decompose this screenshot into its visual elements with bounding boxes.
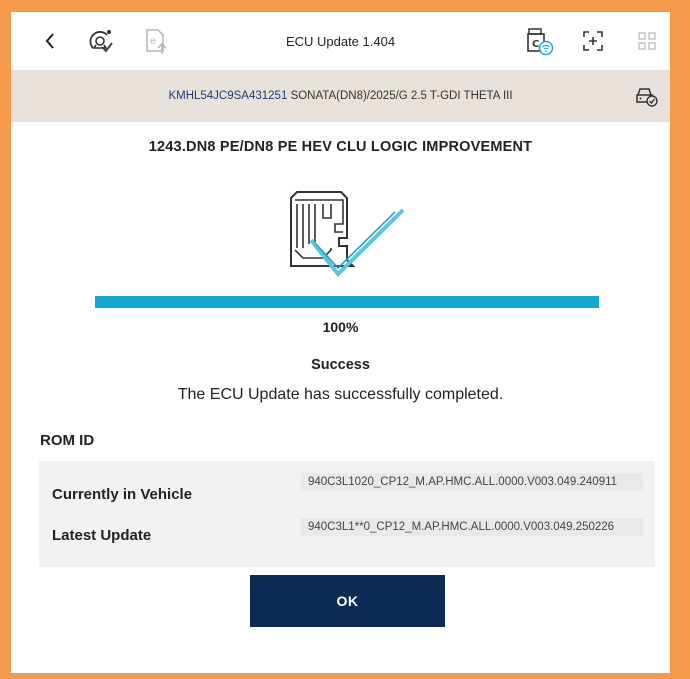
app-grid-icon: [632, 26, 662, 56]
progress-bar: [95, 296, 599, 308]
screen-capture-icon[interactable]: [578, 26, 608, 56]
svg-text:C: C: [532, 39, 539, 50]
vci-wireless-icon[interactable]: C: [524, 26, 554, 56]
vehicle-info-text: KMHL54JC9SA431251 SONATA(DN8)/2025/G 2.5…: [11, 90, 670, 102]
rom-row-label-latest: Latest Update: [52, 527, 152, 544]
car-check-icon[interactable]: [634, 84, 658, 113]
vehicle-description: SONATA(DN8)/2025/G 2.5 T-GDI THETA III: [290, 90, 513, 102]
rom-id-heading: ROM ID: [40, 432, 95, 449]
rom-value-latest: 940C3L1**0_CP12_M.AP.HMC.ALL.0000.V003.0…: [301, 518, 643, 536]
ok-button[interactable]: OK: [250, 575, 445, 627]
ecu-update-screen: e ECU Update 1.404 C KMHL54JC9SA431251 S…: [11, 12, 670, 673]
ecu-checkmark-icon: [283, 188, 408, 288]
top-toolbar: e ECU Update 1.404 C: [11, 12, 670, 70]
rom-row-label-current: Currently in Vehicle: [52, 486, 193, 503]
status-message: The ECU Update has successfully complete…: [177, 386, 504, 403]
progress-fill: [95, 296, 599, 308]
vehicle-info-bar: KMHL54JC9SA431251 SONATA(DN8)/2025/G 2.5…: [11, 70, 670, 122]
rom-value-current: 940C3L1020_CP12_M.AP.HMC.ALL.0000.V003.0…: [301, 473, 643, 491]
update-title: 1243.DN8 PE/DN8 PE HEV CLU LOGIC IMPROVE…: [148, 139, 533, 155]
vin-number: KMHL54JC9SA431251: [168, 90, 288, 102]
progress-percent: 100%: [322, 319, 359, 335]
page-title: ECU Update 1.404: [285, 34, 396, 49]
rom-id-table: Currently in Vehicle 940C3L1020_CP12_M.A…: [39, 461, 655, 567]
status-label: Success: [311, 357, 370, 373]
